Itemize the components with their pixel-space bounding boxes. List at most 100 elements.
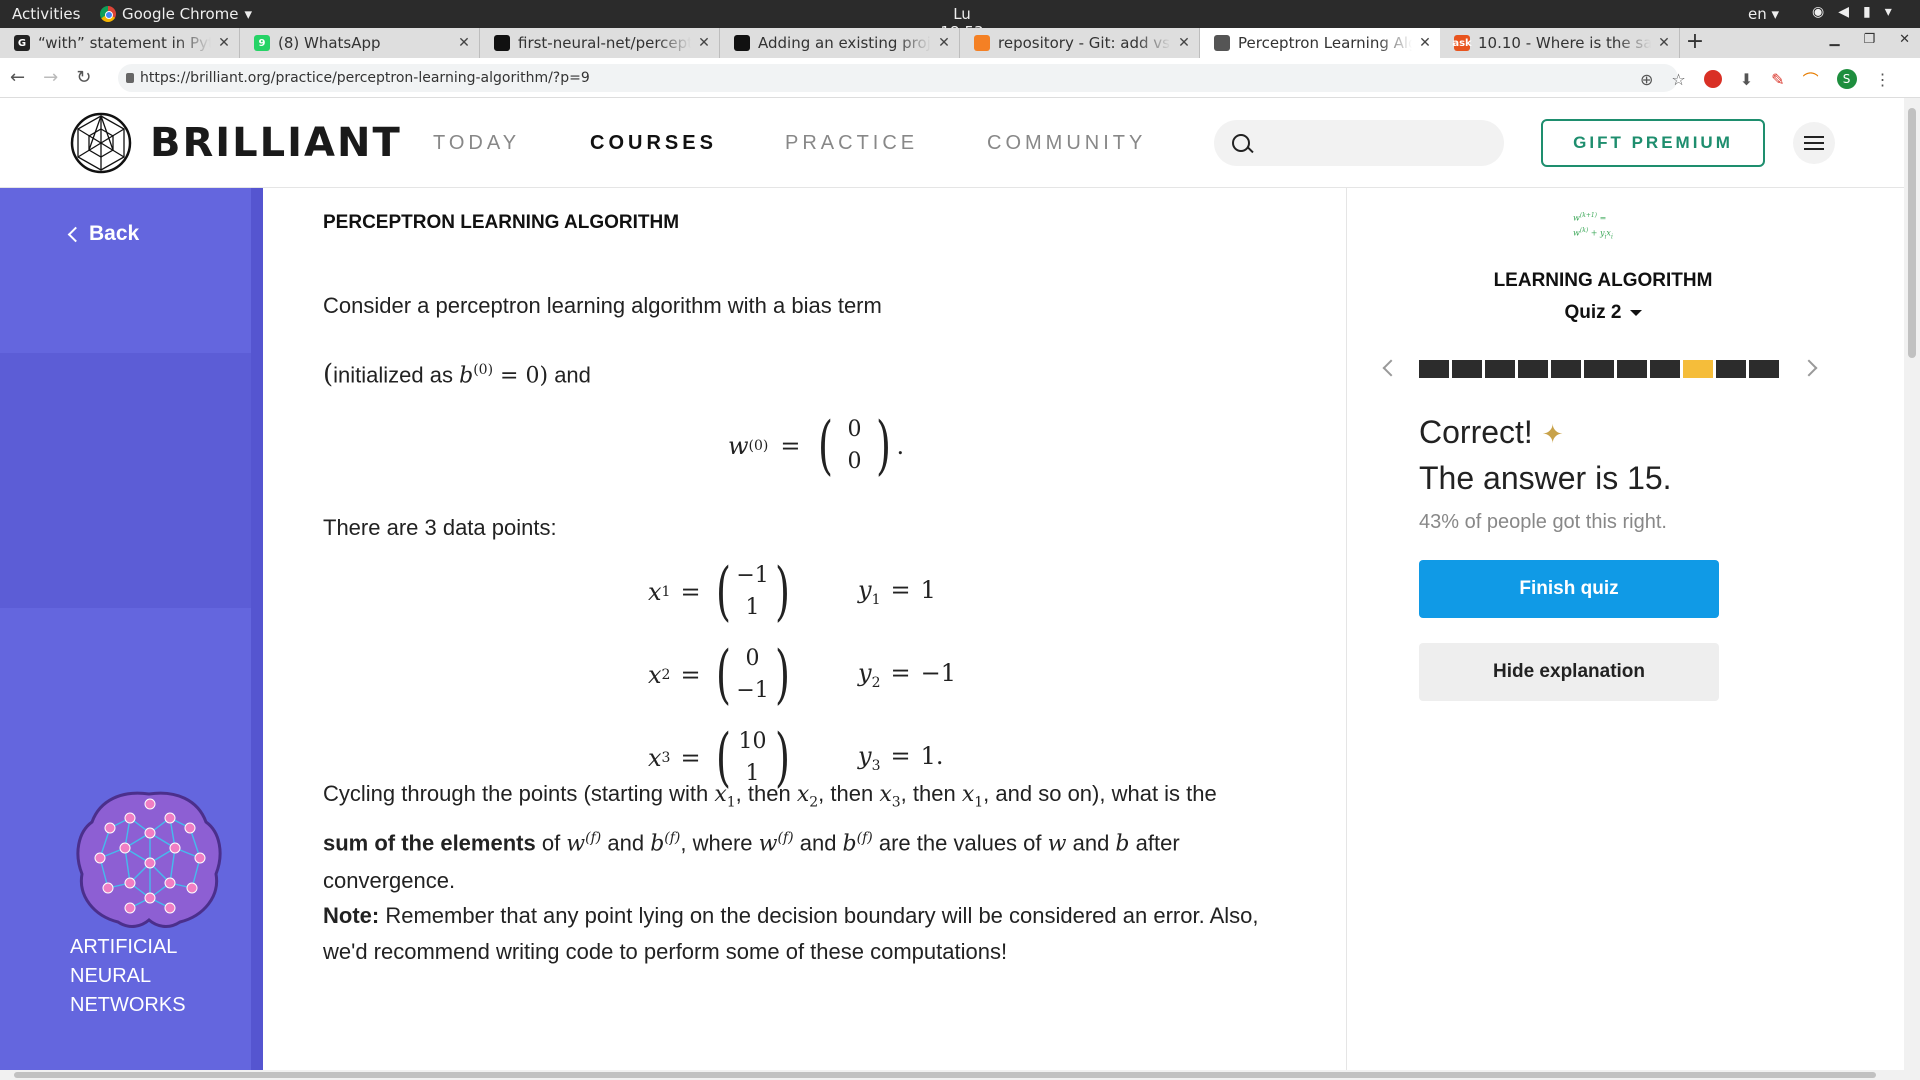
hide-explanation-button[interactable]: Hide explanation xyxy=(1419,643,1719,701)
favicon-icon xyxy=(734,35,750,51)
chevron-left-icon[interactable] xyxy=(1382,359,1400,377)
tab-title: Adding an existing projec xyxy=(758,34,931,52)
brand-name[interactable]: BRILLIANT xyxy=(150,120,402,166)
download-icon[interactable]: ⬇ xyxy=(1740,70,1753,89)
tab-title: first-neural-net/perceptro xyxy=(518,34,691,52)
url-field[interactable]: https://brilliant.org/practice/perceptro… xyxy=(118,64,1678,92)
vertical-scrollbar[interactable] xyxy=(1904,98,1920,1070)
browser-tab[interactable]: repository - Git: add vs pu ✕ xyxy=(960,28,1200,58)
maximize-icon[interactable]: ❐ xyxy=(1863,32,1875,47)
note-text: we'd recommend writing code to perform s… xyxy=(323,939,1008,964)
nav-community[interactable]: COMMUNITY xyxy=(987,132,1146,155)
point-label-value: 1 xyxy=(920,742,936,771)
finish-quiz-button[interactable]: Finish quiz xyxy=(1419,560,1719,618)
star-icon[interactable]: ☆ xyxy=(1671,70,1685,89)
app-name: Google Chrome xyxy=(122,5,239,23)
favicon-icon: 9 xyxy=(254,35,270,51)
forward-arrow-icon[interactable]: → xyxy=(43,67,58,88)
new-tab-button[interactable]: + xyxy=(1680,28,1710,58)
progress-segment[interactable] xyxy=(1518,360,1548,378)
reload-icon[interactable]: ↻ xyxy=(76,67,91,88)
system-tray[interactable]: ◉ ◀ ▮ ▾ xyxy=(1812,4,1892,20)
hamburger-menu-icon[interactable] xyxy=(1793,122,1835,164)
point-x-name: x xyxy=(648,661,662,689)
correct-message: Correct! ✦ xyxy=(1419,414,1563,451)
progress-segment[interactable] xyxy=(1485,360,1515,378)
party-popper-icon: ✦ xyxy=(1541,419,1564,449)
close-icon[interactable]: ✕ xyxy=(937,35,951,51)
volume-icon: ◀ xyxy=(1838,4,1849,20)
progress-segment[interactable] xyxy=(1650,360,1680,378)
close-icon[interactable]: ✕ xyxy=(457,35,471,51)
quiz-panel: w(k+1) = w(k) + yixi LEARNING ALGORITHM Q… xyxy=(1346,188,1904,1070)
horizontal-scrollbar[interactable] xyxy=(0,1070,1920,1080)
vector-entry: 1 xyxy=(745,595,760,620)
nav-today[interactable]: TODAY xyxy=(433,132,520,155)
close-icon[interactable]: ✕ xyxy=(1177,35,1191,51)
scroll-thumb[interactable] xyxy=(1908,108,1916,358)
browser-tab[interactable]: 9 (8) WhatsApp ✕ xyxy=(240,28,480,58)
progress-segment[interactable] xyxy=(1716,360,1746,378)
search-input[interactable] xyxy=(1214,120,1504,166)
zoom-icon[interactable]: ⊕ xyxy=(1640,70,1653,89)
problem-init: (initialized as b(0) = 0) and xyxy=(323,359,591,390)
close-icon[interactable]: ✕ xyxy=(217,35,231,51)
neural-brain-icon[interactable] xyxy=(70,788,228,933)
point-index: 1 xyxy=(661,584,671,600)
nav-practice[interactable]: PRACTICE xyxy=(785,132,918,155)
close-icon[interactable]: ✕ xyxy=(1657,35,1671,51)
vector-entry: 0 xyxy=(745,646,760,671)
nav-courses[interactable]: COURSES xyxy=(590,132,717,155)
browser-tab[interactable]: ask 10.10 - Where is the save c ✕ xyxy=(1440,28,1680,58)
os-top-bar: Activities Google Chrome▾ Lu 18:53 en ▾ … xyxy=(0,0,1920,41)
browser-tab[interactable]: G “with” statement in Pytho ✕ xyxy=(0,28,240,58)
pen-icon[interactable]: ✎ xyxy=(1771,70,1784,89)
back-link[interactable]: Back xyxy=(67,222,139,246)
progress-segment[interactable] xyxy=(1749,360,1779,378)
data-intro: There are 3 data points: xyxy=(323,515,557,540)
tab-title: Perceptron Learning Algo xyxy=(1238,34,1412,52)
quiz-selector[interactable]: Quiz 2 xyxy=(1347,302,1859,324)
lock-icon xyxy=(126,73,134,83)
profile-avatar[interactable]: S xyxy=(1836,69,1857,89)
quiz-title: LEARNING ALGORITHM xyxy=(1493,270,1713,291)
back-arrow-icon[interactable]: ← xyxy=(10,67,25,88)
browser-tab[interactable]: Adding an existing projec ✕ xyxy=(720,28,960,58)
more-menu-icon[interactable]: ⋮ xyxy=(1875,70,1891,89)
progress-segment[interactable] xyxy=(1419,360,1449,378)
address-bar: ← → ↻ https://brilliant.org/practice/perce… xyxy=(0,58,1920,98)
language-indicator[interactable]: en ▾ xyxy=(1748,5,1779,23)
rainbow-icon[interactable]: ⌒ xyxy=(1803,67,1819,91)
site-header: BRILLIANT TODAY COURSES PRACTICE COMMUNI… xyxy=(0,98,1904,188)
chevron-down-icon: ▾ xyxy=(244,5,253,23)
question-bold: sum of the elements xyxy=(323,830,536,856)
progress-segment[interactable] xyxy=(1683,360,1713,378)
close-icon[interactable]: ✕ xyxy=(697,35,711,51)
point-x-name: x xyxy=(648,578,662,606)
app-menu[interactable]: Google Chrome ▾ xyxy=(100,5,252,23)
brilliant-logo-icon[interactable] xyxy=(70,112,132,174)
tab-title: (8) WhatsApp xyxy=(278,34,381,52)
gift-premium-button[interactable]: GIFT PREMIUM xyxy=(1541,119,1765,167)
chrome-icon xyxy=(100,6,116,22)
course-name[interactable]: ARTIFICIAL NEURAL NETWORKS xyxy=(70,933,186,1020)
browser-tab[interactable]: first-neural-net/perceptro ✕ xyxy=(480,28,720,58)
quiz-label: Quiz 2 xyxy=(1564,302,1622,323)
data-point-row: x 1 =(−1 1) y1 = 1 xyxy=(648,555,936,629)
minimize-icon[interactable]: ▁ xyxy=(1829,32,1839,47)
progress-segment[interactable] xyxy=(1584,360,1614,378)
extension-icon[interactable] xyxy=(1703,70,1722,88)
scroll-thumb[interactable] xyxy=(14,1072,1876,1078)
weight-init-equation: w (0) = (0 0). xyxy=(728,409,905,483)
activities-button[interactable]: Activities xyxy=(12,5,80,23)
language-label: en xyxy=(1748,5,1767,23)
close-icon[interactable]: ✕ xyxy=(1418,35,1432,51)
favicon-icon: G xyxy=(14,35,30,51)
progress-segment[interactable] xyxy=(1617,360,1647,378)
progress-segment[interactable] xyxy=(1452,360,1482,378)
vector-entry: −1 xyxy=(736,563,769,588)
browser-tab[interactable]: Perceptron Learning Algo ✕ xyxy=(1200,28,1440,58)
chevron-right-icon[interactable] xyxy=(1800,359,1818,377)
progress-segment[interactable] xyxy=(1551,360,1581,378)
close-icon[interactable]: ✕ xyxy=(1899,32,1910,47)
